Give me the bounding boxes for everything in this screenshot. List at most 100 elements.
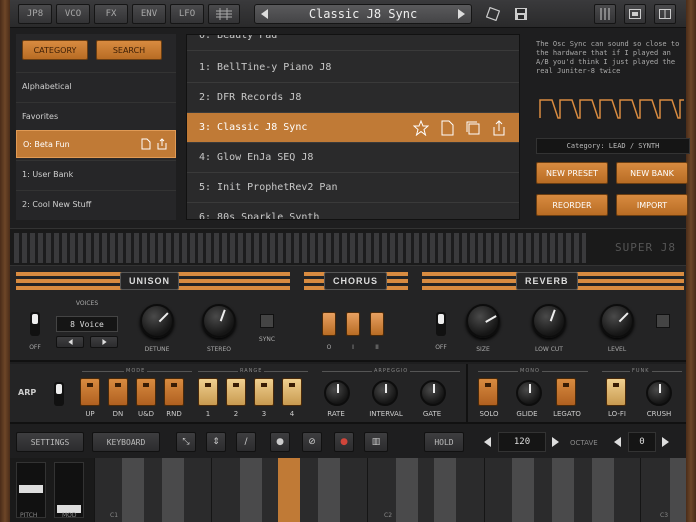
panel-icon[interactable] [654,4,676,24]
reverb-toggle[interactable] [436,312,446,336]
new-bank-button[interactable]: NEW BANK [616,162,688,184]
range-4-switch[interactable] [282,378,302,406]
share-icon[interactable] [157,138,167,150]
new-preset-button[interactable]: NEW PRESET [536,162,608,184]
split-icon[interactable]: ⇕ [206,432,226,452]
arp-toggle[interactable] [54,382,64,406]
preset-row[interactable]: 1: BellTine-y Piano J8 [187,53,519,83]
category-item-selected[interactable]: O: Beta Fun [16,130,176,158]
range-3-switch[interactable] [254,378,274,406]
tab-jp8[interactable]: JP8 [18,4,52,24]
chorus-i-switch[interactable] [346,312,360,336]
dice-icon[interactable] [482,4,504,24]
preset-row[interactable]: 0: Beauty Pad [187,35,519,51]
black-key[interactable] [396,458,418,522]
octave-display[interactable]: 0 [628,432,656,452]
brand-logo: SUPER J8 [615,241,676,254]
search-button[interactable]: SEARCH [96,40,162,60]
expand-icon[interactable]: ⤡ [176,432,196,452]
lofi-switch[interactable] [606,378,626,406]
size-knob[interactable] [466,304,500,338]
cancel-icon[interactable]: ⊘ [302,432,322,452]
black-key[interactable] [318,458,340,522]
black-key[interactable] [552,458,574,522]
pencil-icon[interactable]: ∕ [236,432,256,452]
gate-knob[interactable] [420,380,446,406]
tab-fx[interactable]: FX [94,4,128,24]
pitch-wheel[interactable] [16,462,46,518]
low-cut-knob[interactable] [532,304,566,338]
solo-switch[interactable] [478,378,498,406]
prev-preset-icon[interactable] [261,9,268,19]
mode-up-switch[interactable] [80,378,100,406]
interval-knob[interactable] [372,380,398,406]
mod-label: MOD [62,512,77,519]
tempo-display[interactable]: 120 [498,432,546,452]
black-key[interactable] [122,458,144,522]
crush-knob[interactable] [646,380,672,406]
preset-selector[interactable]: Classic J8 Sync [254,4,472,24]
level-knob[interactable] [600,304,634,338]
copy-icon[interactable] [465,120,481,136]
black-key[interactable] [670,458,686,522]
tempo-up-icon[interactable] [552,437,559,447]
edit-icon[interactable] [141,138,151,150]
hold-button[interactable]: HOLD [424,432,464,452]
tab-sequencer[interactable] [208,4,240,24]
black-key[interactable] [592,458,614,522]
window-icon[interactable] [624,4,646,24]
preset-row[interactable]: 2: DFR Records J8 [187,83,519,113]
unison-toggle[interactable] [30,312,40,336]
dot-icon[interactable]: ● [270,432,290,452]
star-icon[interactable] [413,120,429,136]
chorus-off-switch[interactable] [322,312,336,336]
keyboard-button[interactable]: KEYBOARD [92,432,160,452]
black-key[interactable] [240,458,262,522]
stereo-knob[interactable] [202,304,236,338]
black-key[interactable] [512,458,534,522]
tempo-down-icon[interactable] [484,437,491,447]
mixer-icon[interactable] [594,4,616,24]
share-icon[interactable] [491,120,507,136]
range-2-switch[interactable] [226,378,246,406]
chorus-ii-switch[interactable] [370,312,384,336]
tab-lfo[interactable]: LFO [170,4,204,24]
preset-row[interactable]: 5: Init ProphetRev2 Pan [187,173,519,203]
mode-random-switch[interactable] [164,378,184,406]
preset-row[interactable]: 4: Glow EnJa SEQ J8 [187,143,519,173]
octave-down-icon[interactable] [614,437,621,447]
category-item[interactable]: 2: Cool New Stuff [16,190,176,218]
black-key[interactable] [434,458,456,522]
import-button[interactable]: IMPORT [616,194,688,216]
category-button[interactable]: CATEGORY [22,40,88,60]
mod-wheel[interactable] [54,462,84,518]
next-preset-icon[interactable] [458,9,465,19]
edit-icon[interactable] [439,120,455,136]
legato-switch[interactable] [556,378,576,406]
tab-env[interactable]: ENV [132,4,166,24]
category-item[interactable]: Alphabetical [16,72,176,100]
black-key[interactable] [162,458,184,522]
range-1-switch[interactable] [198,378,218,406]
reverb-option-button[interactable] [656,314,670,328]
category-item[interactable]: 1: User Bank [16,160,176,188]
preset-row[interactable]: 6: 80s Sparkle Synth [187,203,519,219]
octave-up-icon[interactable] [662,437,669,447]
voices-decrement[interactable] [56,336,84,348]
save-icon[interactable] [510,4,532,24]
sync-button[interactable] [260,314,274,328]
category-item[interactable]: Favorites [16,102,176,130]
detune-knob[interactable] [140,304,174,338]
settings-button[interactable]: SETTINGS [16,432,84,452]
mode-updown-switch[interactable] [136,378,156,406]
record-icon[interactable]: ● [334,432,354,452]
black-key-active[interactable] [278,458,300,522]
reorder-button[interactable]: REORDER [536,194,608,216]
rate-knob[interactable] [324,380,350,406]
keys-icon[interactable]: ▥ [364,432,388,452]
glide-knob[interactable] [516,380,542,406]
voices-increment[interactable] [90,336,118,348]
mode-down-switch[interactable] [108,378,128,406]
preset-row-selected[interactable]: 3: Classic J8 Sync [187,113,519,143]
tab-vco[interactable]: VCO [56,4,90,24]
